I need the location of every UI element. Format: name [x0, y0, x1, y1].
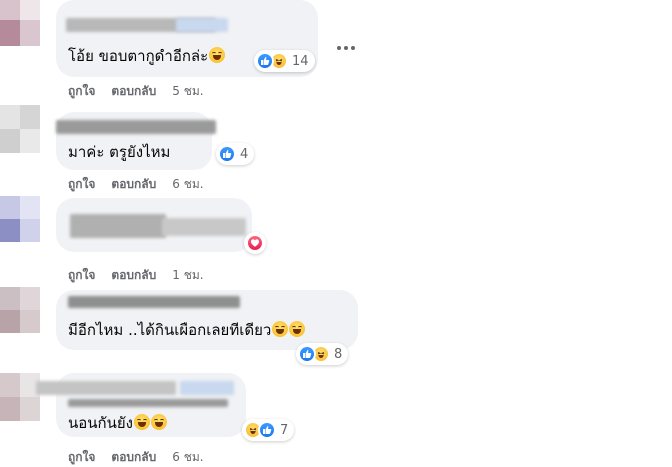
comment-actions: ถูกใจ ตอบกลับ 1 ชม. [68, 267, 204, 283]
comment-text: มาค่ะ ตรูยังไหม [68, 143, 171, 161]
redacted-author-name [68, 399, 228, 407]
grinning-emoji-icon [133, 414, 150, 430]
comment-timestamp[interactable]: 6 ชม. [172, 448, 203, 467]
redacted-comment-text [70, 214, 166, 238]
comment-timestamp[interactable]: 1 ชม. [172, 266, 203, 285]
laughing-emoji-icon [209, 47, 226, 63]
comment-bubble: มาค่ะ ตรูยังไหม [56, 112, 216, 170]
reaction-count: 7 [280, 422, 289, 438]
comment-timestamp[interactable]: 5 ชม. [172, 82, 203, 101]
like-icon [258, 421, 276, 439]
reaction-count: 8 [334, 346, 343, 362]
like-icon [218, 145, 236, 163]
like-button[interactable]: ถูกใจ [68, 266, 95, 285]
laughing-emoji-icon [289, 321, 306, 337]
redacted-author-name [56, 120, 216, 134]
avatar[interactable] [0, 0, 40, 46]
comment-bubble [56, 198, 252, 252]
more-options-button[interactable] [332, 40, 360, 56]
avatar[interactable] [0, 196, 40, 242]
avatar[interactable] [0, 373, 40, 421]
reaction-count: 14 [292, 53, 309, 69]
comment-actions: ถูกใจ ตอบกลับ 6 ชม. [68, 176, 204, 192]
redacted-comment-text [162, 218, 246, 236]
reaction-summary[interactable] [244, 232, 266, 254]
like-icon [256, 52, 274, 70]
comment-actions: ถูกใจ ตอบกลับ 6 ชม. [68, 449, 204, 465]
reply-button[interactable]: ตอบกลับ [111, 448, 156, 467]
avatar[interactable] [0, 287, 40, 333]
reaction-summary[interactable]: 8 [296, 343, 349, 365]
comment-thread: โอ้ย ขอบตากูดำอีกล่ะ 14 ถูกใจ ตอบกลับ 5 … [0, 0, 672, 467]
reaction-summary[interactable]: 14 [254, 50, 315, 72]
reply-button[interactable]: ตอบกลับ [111, 175, 156, 194]
comment-bubble: นอนกันยัง [36, 373, 246, 437]
comment-timestamp[interactable]: 6 ชม. [172, 175, 203, 194]
avatar[interactable] [0, 105, 40, 153]
reply-button[interactable]: ตอบกลับ [111, 82, 156, 101]
redacted-author-name [176, 18, 228, 32]
redacted-author-name [68, 296, 240, 308]
reaction-summary[interactable]: 4 [216, 143, 255, 165]
comment-text: โอ้ย ขอบตากูดำอีกล่ะ [68, 46, 226, 66]
like-button[interactable]: ถูกใจ [68, 82, 95, 101]
reaction-count: 4 [240, 146, 249, 162]
comment-actions: ถูกใจ ตอบกลับ 5 ชม. [68, 83, 204, 99]
like-button[interactable]: ถูกใจ [68, 448, 95, 467]
like-icon [298, 345, 316, 363]
grinning-emoji-icon [150, 414, 167, 430]
redacted-author-name [36, 381, 176, 395]
comment-bubble: มีอีกไหม ..ได้กินเผือกเลยทีเดียว [56, 290, 358, 350]
redacted-author-name [180, 381, 234, 395]
love-icon [246, 234, 264, 252]
like-button[interactable]: ถูกใจ [68, 175, 95, 194]
reaction-summary[interactable]: 7 [242, 419, 295, 441]
reply-button[interactable]: ตอบกลับ [111, 266, 156, 285]
comment-text: นอนกันยัง [68, 413, 167, 433]
laughing-emoji-icon [272, 321, 289, 337]
comment-text: มีอีกไหม ..ได้กินเผือกเลยทีเดียว [68, 320, 306, 340]
